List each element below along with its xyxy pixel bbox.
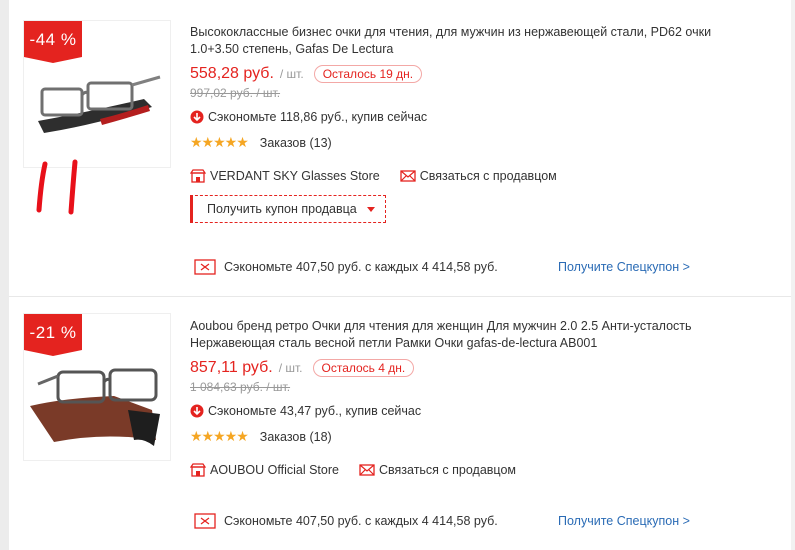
ticket-icon	[194, 513, 216, 529]
days-left-badge: Осталось 19 дн.	[313, 65, 423, 83]
star-rating-icon: ★★★★★	[190, 134, 249, 150]
store-icon	[190, 169, 206, 183]
special-coupon-text: Сэкономьте 407,50 руб. с каждых 4 414,58…	[224, 514, 498, 528]
page-right-edge	[791, 0, 795, 550]
contact-seller-link[interactable]: Связаться с продавцом	[379, 463, 516, 477]
page-left-edge	[0, 0, 9, 550]
price: 558,28 руб.	[190, 65, 274, 82]
old-price: 1 084,63 руб. / шт.	[190, 380, 291, 394]
product-image[interactable]: -21 %	[23, 313, 171, 461]
special-coupon-text: Сэкономьте 407,50 руб. с каждых 4 414,58…	[224, 260, 498, 274]
caret-down-icon	[366, 206, 375, 212]
product-card: -21 % Aoubou бренд ретро Очки для чтения…	[9, 297, 791, 550]
price-unit: / шт.	[278, 361, 303, 375]
store-icon	[190, 463, 206, 477]
mail-icon	[400, 170, 416, 182]
special-coupon-row: Сэкономьте 407,50 руб. с каждых 4 414,58…	[194, 513, 690, 529]
orders-count[interactable]: Заказов (18)	[260, 430, 332, 444]
discount-badge: -44 %	[24, 21, 82, 63]
save-now-text: Сэкономьте 43,47 руб., купив сейчас	[208, 404, 422, 418]
rating-row: ★★★★★ Заказов (13)	[190, 134, 750, 151]
store-row: VERDANT SKY Glasses Store Связаться с пр…	[190, 169, 750, 183]
get-special-coupon-link[interactable]: Получите Спецкупон >	[558, 260, 690, 274]
special-coupon-row: Сэкономьте 407,50 руб. с каждых 4 414,58…	[194, 259, 690, 275]
product-image[interactable]: -44 %	[23, 20, 171, 168]
save-now-text: Сэкономьте 118,86 руб., купив сейчас	[208, 110, 428, 124]
discount-text: -44 %	[29, 30, 77, 49]
orders-count[interactable]: Заказов (13)	[260, 136, 332, 150]
contact-seller-link[interactable]: Связаться с продавцом	[420, 169, 557, 183]
mail-icon	[359, 464, 375, 476]
star-rating-icon: ★★★★★	[190, 428, 249, 444]
price-unit: / шт.	[279, 67, 304, 81]
product-card: -44 % Высококлассные бизнес очки для чте…	[9, 0, 791, 296]
get-special-coupon-link[interactable]: Получите Спецкупон >	[558, 514, 690, 528]
price: 857,11 руб.	[190, 359, 273, 376]
old-price: 997,02 руб. / шт.	[190, 86, 281, 100]
days-left-badge: Осталось 4 дн.	[312, 359, 415, 377]
get-seller-coupon-dropdown[interactable]: Получить купон продавца	[190, 195, 386, 223]
discount-text: -21 %	[29, 323, 77, 342]
save-now-row: Сэкономьте 118,86 руб., купив сейчас	[190, 110, 750, 124]
product-title[interactable]: Высококлассные бизнес очки для чтения, д…	[190, 24, 750, 58]
store-row: AOUBOU Official Store Связаться с продав…	[190, 463, 750, 477]
store-link[interactable]: VERDANT SKY Glasses Store	[210, 169, 380, 183]
product-title[interactable]: Aoubou бренд ретро Очки для чтения для ж…	[190, 318, 750, 352]
red-scribble-marks	[36, 159, 78, 215]
arrow-down-circle-icon	[190, 404, 204, 418]
ticket-icon	[194, 259, 216, 275]
save-now-row: Сэкономьте 43,47 руб., купив сейчас	[190, 404, 750, 418]
arrow-down-circle-icon	[190, 110, 204, 124]
discount-badge: -21 %	[24, 314, 82, 356]
store-link[interactable]: AOUBOU Official Store	[210, 463, 339, 477]
coupon-dropdown-label: Получить купон продавца	[207, 202, 357, 216]
rating-row: ★★★★★ Заказов (18)	[190, 428, 750, 445]
